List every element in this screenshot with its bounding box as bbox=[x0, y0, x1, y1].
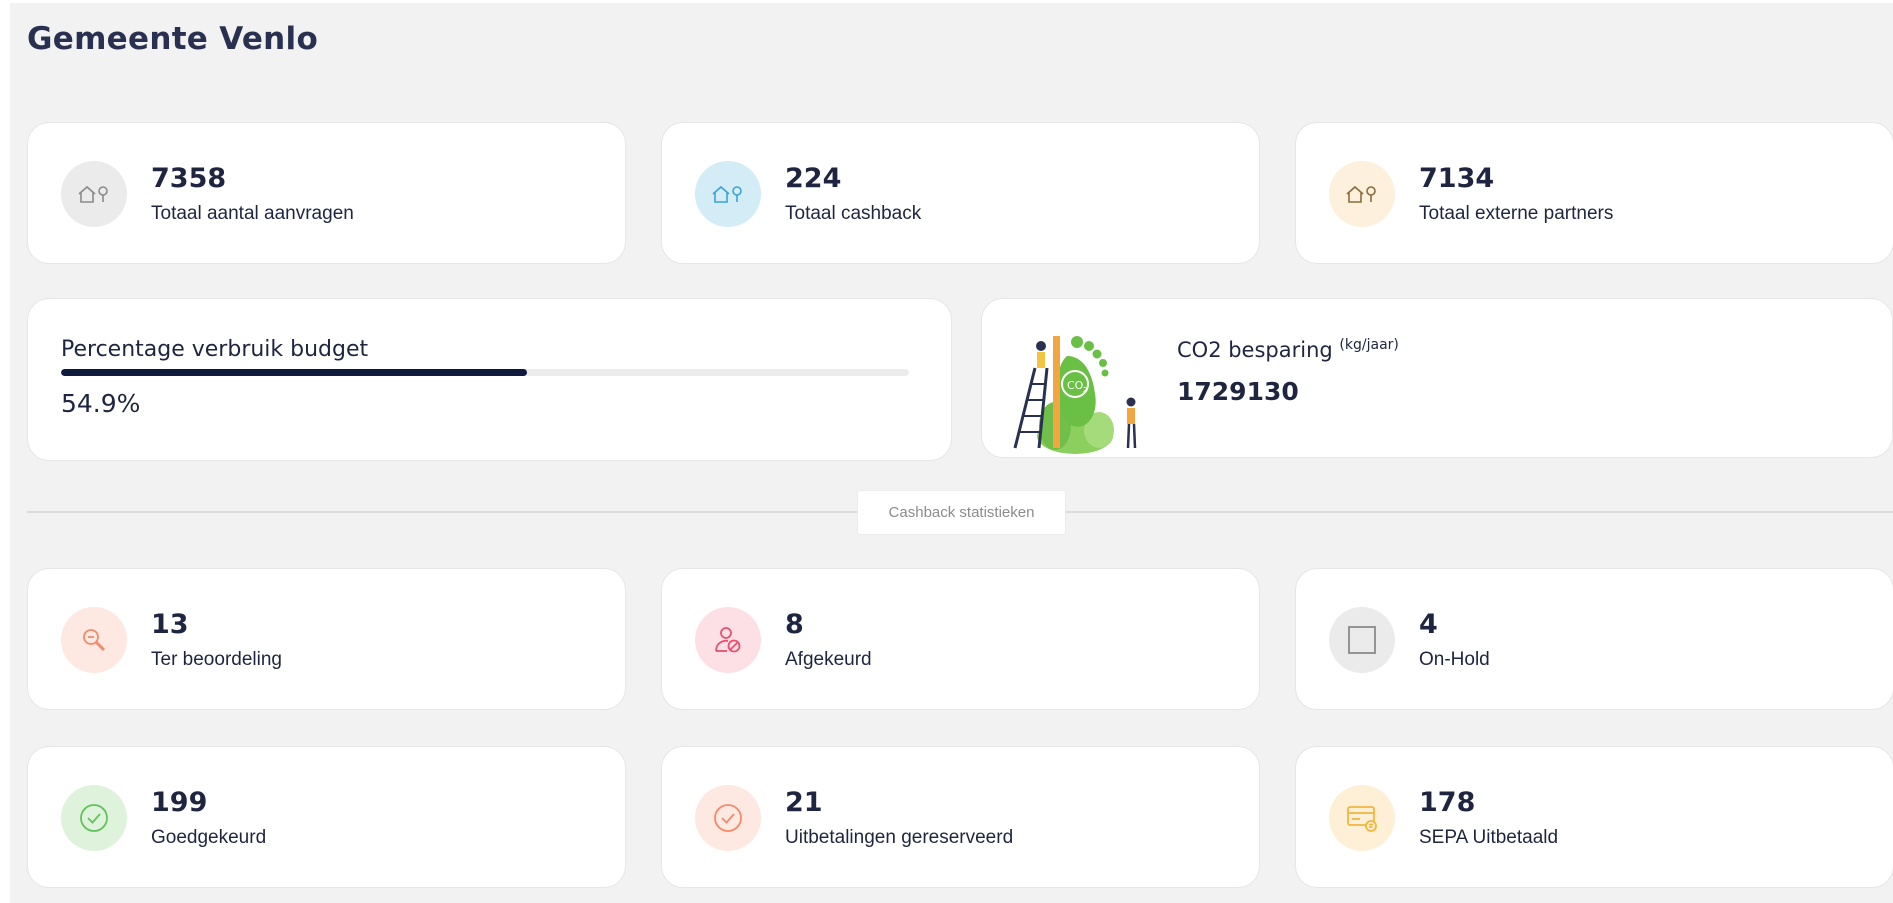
budget-progress-fill bbox=[61, 369, 527, 376]
svg-text:CO: CO bbox=[1067, 379, 1084, 392]
stat-label: Totaal cashback bbox=[785, 203, 922, 224]
house-pin-icon bbox=[1346, 185, 1376, 203]
stat-value: 8 bbox=[785, 609, 804, 640]
stat-value: 7358 bbox=[151, 163, 227, 194]
stat-label: SEPA Uitbetaald bbox=[1419, 827, 1559, 848]
icon-circle bbox=[695, 785, 761, 851]
co2-label: CO2 besparing (kg/jaar) bbox=[1177, 337, 1399, 362]
stat-card-rejected: 8 Afgekeurd bbox=[661, 568, 1260, 710]
co2-value: 1729130 bbox=[1177, 377, 1299, 406]
icon-circle bbox=[61, 161, 127, 227]
stat-card-payments-reserved: 21 Uitbetalingen gereserveerd bbox=[661, 746, 1260, 888]
stat-value: 7134 bbox=[1419, 163, 1495, 194]
house-pin-icon bbox=[78, 185, 108, 203]
magnifier-icon bbox=[83, 629, 106, 652]
euro-card-icon bbox=[1347, 806, 1377, 832]
stat-card-approved: 199 Goedgekeurd bbox=[27, 746, 626, 888]
user-blocked-icon bbox=[715, 627, 741, 653]
icon-circle bbox=[1329, 607, 1395, 673]
stat-card-under-review: 13 Ter beoordeling bbox=[27, 568, 626, 710]
budget-label: Percentage verbruik budget bbox=[61, 337, 369, 362]
stat-card-total-requests: 7358 Totaal aantal aanvragen bbox=[27, 122, 626, 264]
stat-label: Goedgekeurd bbox=[151, 827, 267, 848]
budget-value: 54.9% bbox=[61, 389, 141, 418]
svg-text:2: 2 bbox=[1083, 386, 1087, 394]
stat-value: 224 bbox=[785, 163, 842, 194]
stat-value: 13 bbox=[151, 609, 189, 640]
stat-card-on-hold: 4 On-Hold bbox=[1295, 568, 1893, 710]
stat-value: 178 bbox=[1419, 787, 1476, 818]
house-pin-icon bbox=[712, 185, 742, 203]
icon-circle bbox=[1329, 161, 1395, 227]
stat-value: 21 bbox=[785, 787, 823, 818]
co2-card: CO 2 CO2 besparing (kg/jaar) 1729130 bbox=[981, 298, 1893, 458]
section-label-cashback: Cashback statistieken bbox=[857, 490, 1066, 535]
co2-unit: (kg/jaar) bbox=[1339, 337, 1399, 353]
stat-label: Uitbetalingen gereserveerd bbox=[785, 827, 1014, 848]
stat-value: 4 bbox=[1419, 609, 1438, 640]
budget-progress-bar bbox=[61, 369, 909, 376]
icon-circle bbox=[695, 161, 761, 227]
co2-label-text: CO2 besparing bbox=[1177, 338, 1333, 362]
stat-card-sepa-paid: 178 SEPA Uitbetaald bbox=[1295, 746, 1893, 888]
page-title: Gemeente Venlo bbox=[27, 21, 319, 57]
icon-circle bbox=[61, 607, 127, 673]
icon-circle bbox=[61, 785, 127, 851]
co2-footprint-illustration: CO 2 bbox=[1013, 336, 1137, 454]
stat-label: Totaal aantal aanvragen bbox=[151, 203, 354, 224]
budget-card: Percentage verbruik budget 54.9% bbox=[27, 298, 952, 461]
square-icon bbox=[1348, 626, 1376, 654]
stat-label: Ter beoordeling bbox=[151, 649, 282, 670]
stat-value: 199 bbox=[151, 787, 208, 818]
icon-circle bbox=[1329, 785, 1395, 851]
dashboard: Gemeente Venlo 7358 Totaal aantal aanvra… bbox=[10, 3, 1893, 903]
stat-card-total-cashback: 224 Totaal cashback bbox=[661, 122, 1260, 264]
check-circle-icon bbox=[714, 804, 742, 832]
icon-circle bbox=[695, 607, 761, 673]
stat-label: Totaal externe partners bbox=[1419, 203, 1614, 224]
check-circle-icon bbox=[80, 804, 108, 832]
stat-card-external-partners: 7134 Totaal externe partners bbox=[1295, 122, 1893, 264]
stat-label: On-Hold bbox=[1419, 649, 1490, 670]
stat-label: Afgekeurd bbox=[785, 649, 872, 670]
